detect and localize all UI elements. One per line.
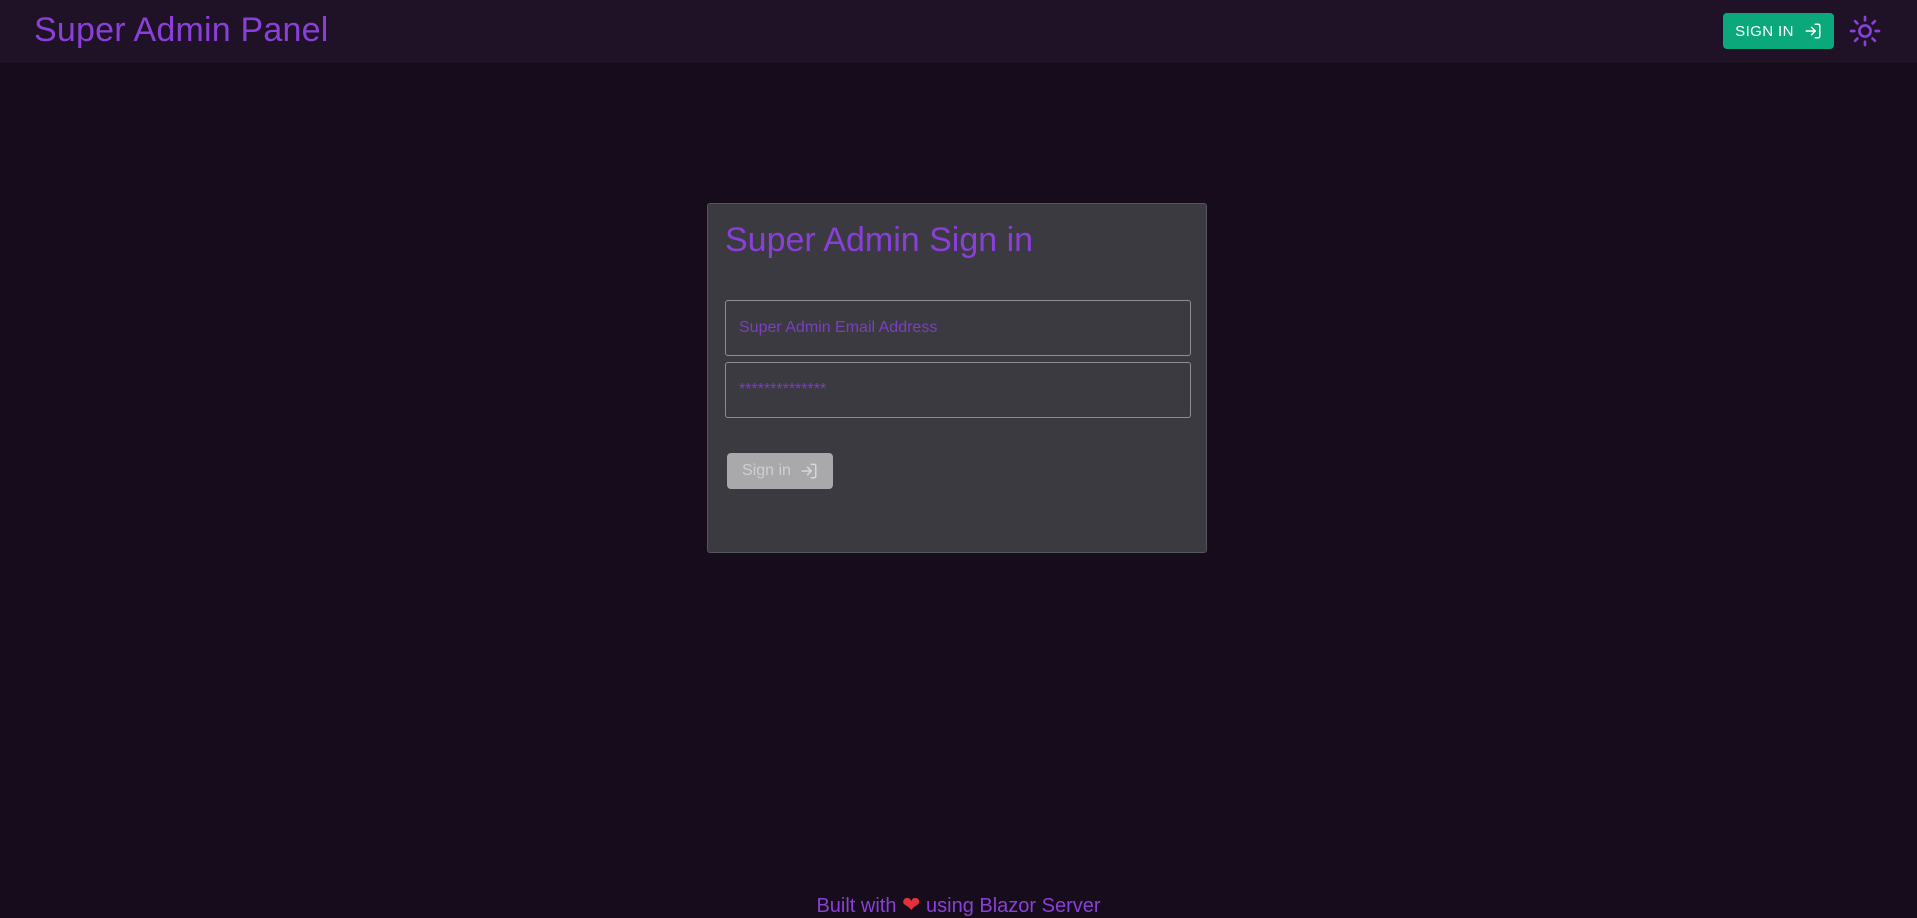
email-field[interactable]: [725, 300, 1191, 356]
footer: Built with ❤ using Blazor Server: [0, 892, 1917, 918]
app-title: Super Admin Panel: [34, 11, 329, 49]
theme-toggle-button[interactable]: [1847, 13, 1883, 49]
top-app-bar: Super Admin Panel SIGN IN: [0, 0, 1917, 62]
header-sign-in-label: SIGN IN: [1735, 22, 1794, 40]
password-field[interactable]: [725, 362, 1191, 418]
header-sign-in-button[interactable]: SIGN IN: [1723, 13, 1834, 49]
login-icon: [1805, 23, 1821, 39]
sign-in-button[interactable]: Sign in: [727, 453, 833, 489]
sign-in-button-label: Sign in: [742, 462, 791, 479]
sign-in-card: Super Admin Sign in Sign in: [707, 203, 1207, 553]
sun-icon: [1849, 15, 1881, 47]
login-icon: [801, 463, 817, 479]
sign-in-title: Super Admin Sign in: [725, 221, 1034, 259]
heart-icon: ❤: [902, 892, 921, 917]
